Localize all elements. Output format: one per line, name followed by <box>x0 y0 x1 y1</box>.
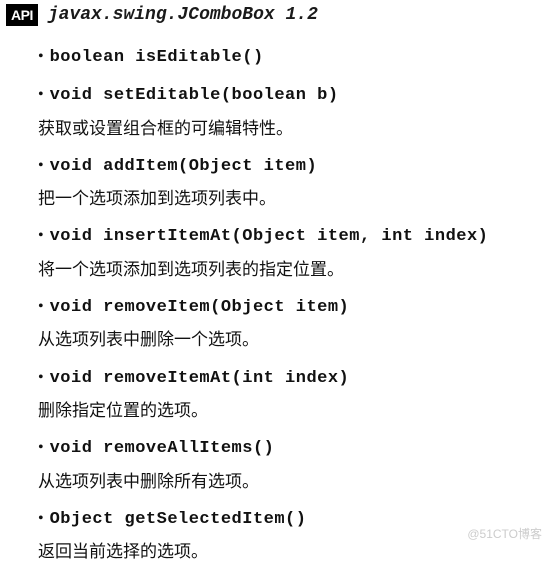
method-description: 从选项列表中删除一个选项。 <box>38 324 550 356</box>
method-description: 将一个选项添加到选项列表的指定位置。 <box>38 254 550 286</box>
method-description: 把一个选项添加到选项列表中。 <box>38 183 550 215</box>
bullet-icon: • <box>38 221 44 251</box>
method-item: • void removeItemAt(int index) 删除指定位置的选项… <box>38 363 550 428</box>
bullet-icon: • <box>38 292 44 322</box>
bullet-icon: • <box>38 80 44 110</box>
method-item: • void addItem(Object item) 把一个选项添加到选项列表… <box>38 151 550 216</box>
method-item: • void setEditable(boolean b) 获取或设置组合框的可… <box>38 80 550 145</box>
method-item: • boolean isEditable() <box>38 42 550 74</box>
method-item: • void removeAllItems() 从选项列表中删除所有选项。 <box>38 433 550 498</box>
bullet-icon: • <box>38 433 44 463</box>
bullet-icon: • <box>38 363 44 393</box>
method-description: 从选项列表中删除所有选项。 <box>38 466 550 498</box>
method-signature: void removeAllItems() <box>50 433 275 465</box>
method-description: 删除指定位置的选项。 <box>38 395 550 427</box>
method-item: • void removeItem(Object item) 从选项列表中删除一… <box>38 292 550 357</box>
method-signature: Object getSelectedItem() <box>50 504 307 536</box>
method-list: • boolean isEditable() • void setEditabl… <box>0 30 550 568</box>
watermark: @51CTO博客 <box>467 525 542 542</box>
method-signature: boolean isEditable() <box>50 42 264 74</box>
bullet-icon: • <box>38 504 44 534</box>
method-signature: void removeItemAt(int index) <box>50 363 350 395</box>
method-description: 获取或设置组合框的可编辑特性。 <box>38 113 550 145</box>
bullet-icon: • <box>38 151 44 181</box>
class-title: javax.swing.JComboBox 1.2 <box>48 5 318 25</box>
method-signature: void removeItem(Object item) <box>50 292 350 324</box>
method-signature: void setEditable(boolean b) <box>50 80 339 112</box>
method-item: • void insertItemAt(Object item, int ind… <box>38 221 550 286</box>
api-header: API javax.swing.JComboBox 1.2 <box>0 0 550 30</box>
method-signature: void addItem(Object item) <box>50 151 318 183</box>
api-badge: API <box>6 4 38 26</box>
method-signature: void insertItemAt(Object item, int index… <box>50 221 489 253</box>
bullet-icon: • <box>38 42 44 72</box>
